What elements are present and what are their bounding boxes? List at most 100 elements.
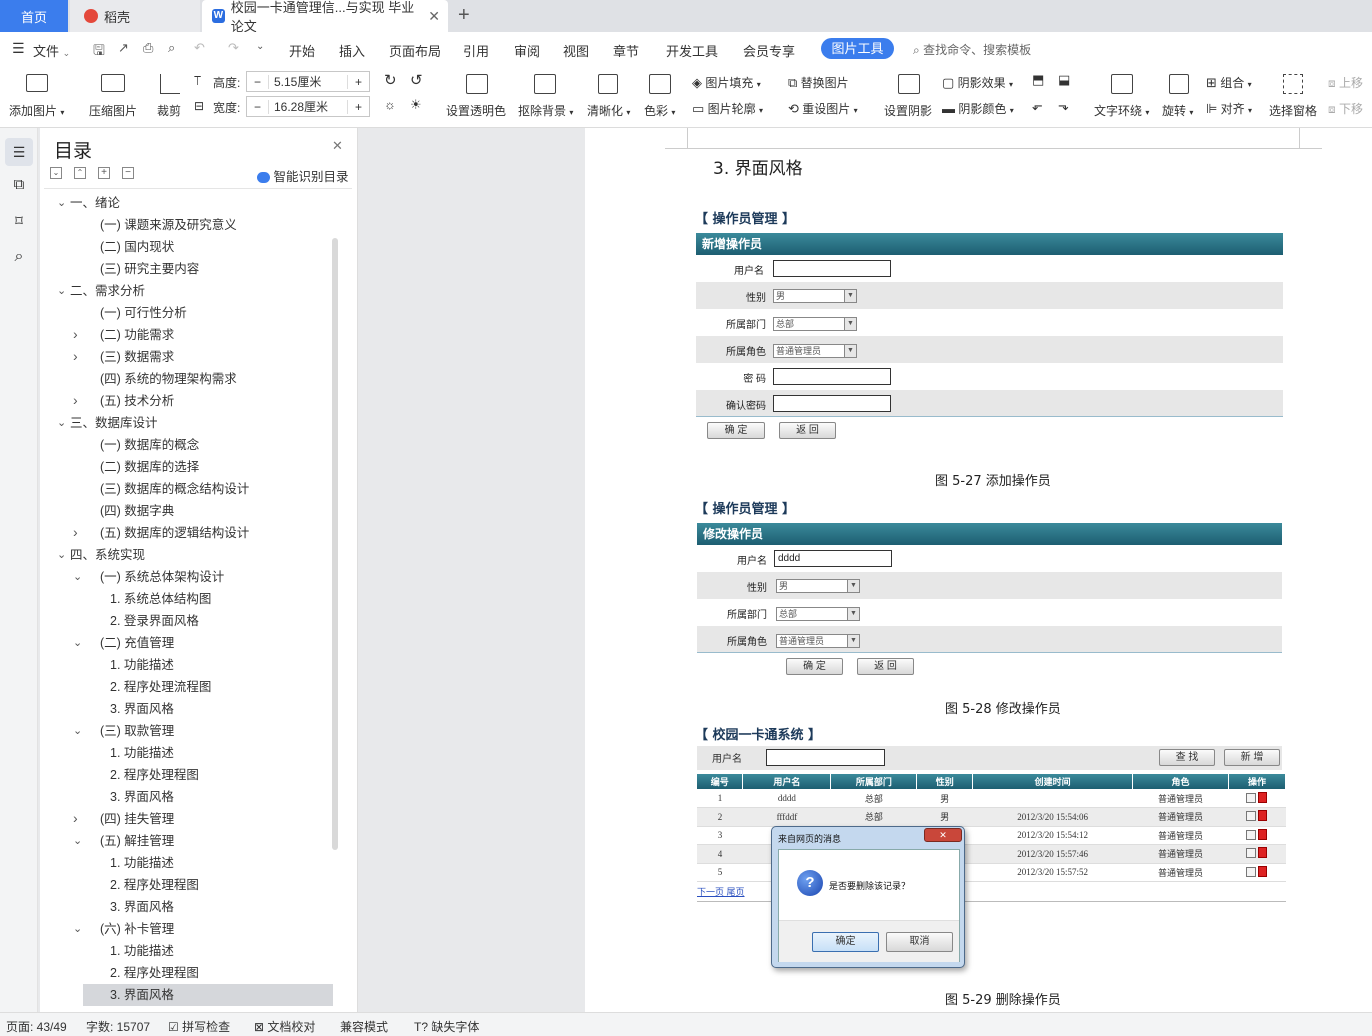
undo-icon[interactable]: ↶ (194, 40, 205, 56)
shadow-right-icon[interactable]: ⬎ (1058, 98, 1069, 114)
delete-icon[interactable] (1258, 847, 1268, 859)
search-input[interactable] (766, 749, 885, 766)
menu-member[interactable]: 会员专享 (743, 41, 795, 60)
toc-item[interactable]: 3. 界面风格 (110, 984, 174, 1006)
menu-chapter[interactable]: 章节 (613, 41, 639, 60)
navigation-icon[interactable]: ⧉ (9, 176, 29, 196)
chevron-down-icon[interactable]: ⌄ (73, 922, 82, 935)
smart-toc-button[interactable]: 智能识别目录 (257, 166, 349, 185)
shadow-down-icon[interactable]: ⬓ (1058, 72, 1070, 88)
toc-item[interactable]: (二) 功能需求 (100, 324, 174, 346)
sex-select[interactable]: 男 ▼ (776, 579, 860, 593)
reset-picture-button[interactable]: ⟲ 重设图片 ▾ (788, 100, 858, 117)
toc-item[interactable]: (四) 挂失管理 (100, 808, 174, 830)
color-button[interactable]: 色彩 ▾ (644, 102, 675, 119)
toc-item[interactable]: (四) 系统的物理架构需求 (100, 368, 237, 390)
redo-icon[interactable]: ↷ (228, 40, 239, 56)
toc-item[interactable]: 三、数据库设计 (70, 412, 158, 434)
chevron-right-icon[interactable]: › (73, 524, 78, 540)
chevron-down-icon[interactable]: ⌄ (73, 570, 82, 583)
chevron-down-icon[interactable]: ⌄ (73, 724, 82, 737)
toc-item[interactable]: (五) 解挂管理 (100, 830, 174, 852)
compress-button[interactable]: 压缩图片 (89, 102, 137, 119)
save-icon[interactable]: 🖫 (93, 40, 105, 64)
search-command[interactable]: ⌕ 查找命令、搜索模板 (913, 41, 1031, 58)
delete-icon[interactable] (1258, 828, 1268, 840)
menu-view[interactable]: 视图 (563, 41, 589, 60)
edit-icon[interactable] (1246, 792, 1257, 803)
width-input[interactable]: −16.28厘米 + (246, 96, 370, 117)
select-pane-button[interactable]: 选择窗格 (1269, 102, 1317, 119)
bookmark-icon[interactable]: ⌑ (9, 212, 29, 232)
print-icon[interactable]: ⎙ (143, 40, 153, 56)
toc-panel-icon[interactable]: ☰ (5, 138, 33, 166)
shadow-up-icon[interactable]: ⬒ (1032, 72, 1044, 88)
pager-link[interactable]: 下一页 尾页 (697, 885, 745, 898)
brightness-icon[interactable]: ☼ (384, 97, 396, 112)
toc-item[interactable]: (四) 数据字典 (100, 500, 174, 522)
password-input[interactable] (773, 368, 891, 385)
crop-button[interactable]: 裁剪 (157, 102, 181, 119)
shadow-left-icon[interactable]: ⬐ (1032, 98, 1043, 114)
close-icon[interactable]: ✕ (924, 828, 962, 842)
add-button[interactable]: 新 增 (1224, 749, 1280, 766)
replace-picture-button[interactable]: ⧉ 替换图片 (788, 74, 849, 91)
toc-item[interactable]: (二) 国内现状 (100, 236, 174, 258)
height-decrease[interactable]: − (247, 74, 269, 89)
page-count[interactable]: 页面: 43/49 (6, 1018, 67, 1035)
toc-item[interactable]: (一) 数据库的概念 (100, 434, 199, 456)
pic-fill-button[interactable]: ◈ 图片填充 ▾ (692, 74, 761, 91)
toc-item[interactable]: 二、需求分析 (70, 280, 145, 302)
dialog-ok-button[interactable]: 确定 (812, 932, 879, 952)
toc-item[interactable]: (三) 数据需求 (100, 346, 174, 368)
toc-item[interactable]: (三) 研究主要内容 (100, 258, 199, 280)
menu-layout[interactable]: 页面布局 (389, 41, 441, 60)
move-up-button[interactable]: ⧈ 上移 (1328, 74, 1363, 91)
chevron-down-icon[interactable]: ⌄ (57, 284, 66, 297)
sex-select[interactable]: 男 ▼ (773, 289, 857, 303)
toc-item[interactable]: (六) 补卡管理 (100, 918, 174, 940)
align-button[interactable]: ⊫ 对齐 ▾ (1206, 100, 1252, 117)
confirm-button[interactable]: 确 定 (786, 658, 843, 675)
chevron-down-icon[interactable]: ⌄ (57, 196, 66, 209)
height-increase[interactable]: + (347, 74, 369, 89)
word-count[interactable]: 字数: 15707 (86, 1018, 150, 1035)
toc-item[interactable]: 2. 登录界面风格 (110, 610, 199, 632)
dept-select[interactable]: 总部 ▼ (773, 317, 857, 331)
remove-item-icon[interactable]: − (122, 167, 134, 179)
delete-icon[interactable] (1258, 791, 1268, 803)
rotate-right-icon[interactable]: ↺ (410, 71, 423, 89)
chevron-down-icon[interactable]: ⌄ (57, 416, 66, 429)
missing-font-button[interactable]: T? 缺失字体 (414, 1018, 479, 1035)
toc-item[interactable]: 四、系统实现 (70, 544, 145, 566)
toc-item[interactable]: (一) 课题来源及研究意义 (100, 214, 237, 236)
toc-item[interactable]: 1. 功能描述 (110, 852, 174, 874)
chevron-down-icon[interactable]: ⌄ (57, 548, 66, 561)
toc-item[interactable]: 2. 程序处理程图 (110, 874, 199, 896)
more-icon[interactable]: ⌄ (256, 41, 264, 52)
menu-picture-tools[interactable]: 图片工具 (821, 38, 894, 59)
search-icon[interactable]: ⌕ (9, 248, 29, 268)
toc-item[interactable]: (二) 数据库的选择 (100, 456, 199, 478)
width-increase[interactable]: + (347, 99, 369, 114)
dialog-cancel-button[interactable]: 取消 (886, 932, 953, 952)
edit-icon[interactable] (1246, 811, 1257, 822)
toc-item[interactable]: (三) 数据库的概念结构设计 (100, 478, 249, 500)
toc-item[interactable]: 3. 界面风格 (110, 698, 174, 720)
confirm-password-input[interactable] (773, 395, 891, 412)
back-button[interactable]: 返 回 (857, 658, 914, 675)
toc-item[interactable]: 3. 界面风格 (110, 896, 174, 918)
dept-select[interactable]: 总部 ▼ (776, 607, 860, 621)
text-wrap-button[interactable]: 文字环绕 ▾ (1094, 102, 1149, 119)
toc-item[interactable]: 3. 界面风格 (110, 786, 174, 808)
toc-item[interactable]: (一) 系统总体架构设计 (100, 566, 224, 588)
edit-icon[interactable] (1246, 848, 1257, 859)
close-icon[interactable]: ✕ (428, 8, 440, 25)
height-input[interactable]: −5.15厘米 + (246, 71, 370, 92)
chevron-down-icon[interactable]: ⌄ (73, 834, 82, 847)
role-select[interactable]: 普通管理员 ▼ (776, 634, 860, 648)
toc-item[interactable]: 1. 功能描述 (110, 654, 174, 676)
delete-icon[interactable] (1258, 865, 1268, 877)
role-select[interactable]: 普通管理员 ▼ (773, 344, 857, 358)
export-icon[interactable]: ↗ (118, 40, 129, 56)
